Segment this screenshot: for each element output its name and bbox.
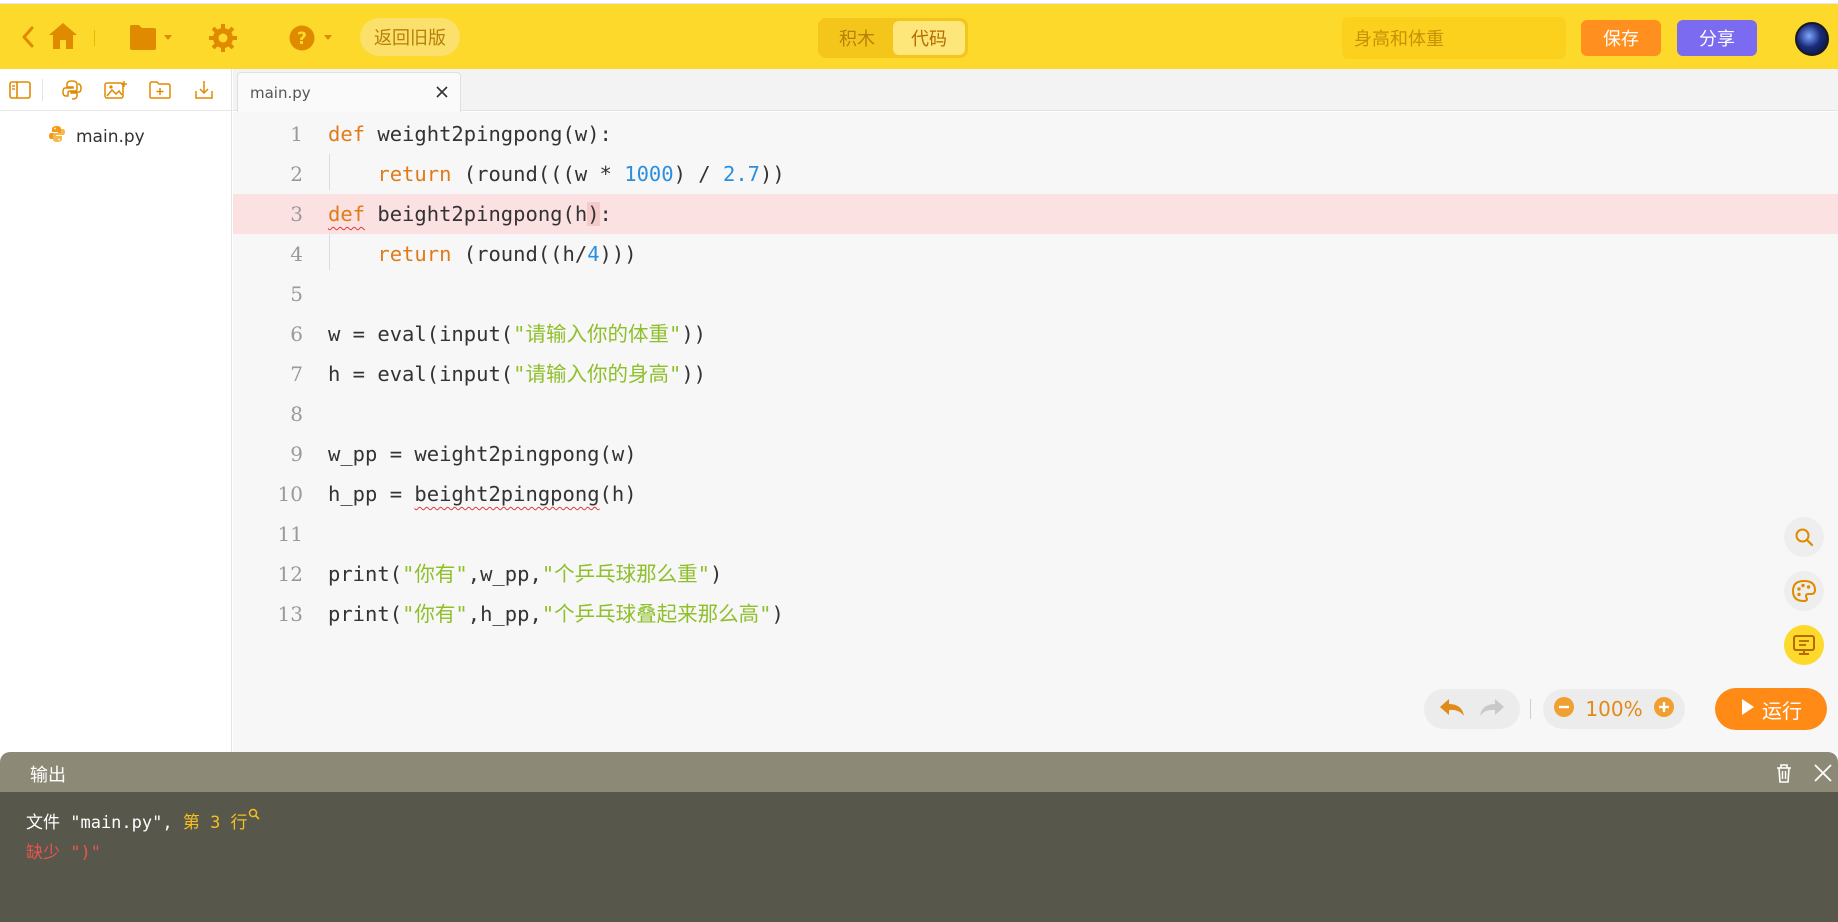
mode-code-tab[interactable]: 代码	[893, 21, 965, 55]
file-menu-button[interactable]	[128, 22, 176, 52]
line-number: 12	[277, 562, 303, 586]
download-icon[interactable]	[192, 78, 216, 102]
code-line: 9 w_pp = weight2pingpong(w)	[233, 434, 1838, 474]
output-title: 输出	[30, 765, 66, 786]
code-line-error: 3 def beight2pingpong(h):	[233, 194, 1838, 234]
error-message: 缺少 ")"	[26, 843, 101, 863]
zoom-control: 100%	[1543, 689, 1685, 729]
line-number: 4	[290, 242, 303, 266]
tab-label: main.py	[250, 83, 311, 102]
zoom-out-icon[interactable]	[1553, 696, 1575, 722]
file-sidebar: main.py	[0, 69, 232, 752]
search-icon[interactable]	[1784, 517, 1824, 557]
run-label: 运行	[1762, 698, 1802, 723]
trash-icon[interactable]	[1773, 762, 1795, 784]
code-line: 11	[233, 514, 1838, 554]
toolbar-divider	[94, 30, 95, 46]
new-folder-icon[interactable]	[148, 78, 172, 102]
share-button[interactable]: 分享	[1677, 20, 1757, 56]
error-location-line: 文件 "main.py", 第 3 行	[26, 808, 260, 833]
code-line: 7h = eval(input("请输入你的身高"))	[233, 354, 1838, 394]
error-line-link[interactable]: 第 3 行	[183, 813, 248, 833]
file-tree-item[interactable]: main.py	[48, 125, 145, 148]
close-icon[interactable]	[1812, 762, 1834, 784]
undo-redo-group	[1424, 689, 1520, 729]
file-name-label: main.py	[76, 126, 145, 147]
settings-gear-icon[interactable]	[207, 22, 239, 54]
palette-icon[interactable]	[1784, 571, 1824, 611]
output-panel-header: 输出	[0, 752, 1838, 792]
presentation-icon[interactable]	[1784, 625, 1824, 665]
project-name-input[interactable]: 身高和体重	[1342, 17, 1566, 59]
mode-switch: 积木 代码	[818, 18, 968, 58]
line-number: 13	[277, 602, 303, 626]
sidebar-toolbar	[0, 69, 231, 111]
output-console: 文件 "main.py", 第 3 行 缺少 ")"	[0, 792, 1838, 922]
code-line: 4 return (round((h/4)))	[233, 234, 1838, 274]
line-number: 7	[290, 362, 303, 386]
line-number: 5	[290, 282, 303, 306]
code-line: 2 return (round(((w * 1000) / 2.7))	[233, 154, 1838, 194]
line-number: 6	[290, 322, 303, 346]
error-file-text: 文件 "main.py",	[26, 813, 183, 833]
run-button[interactable]: 运行	[1715, 688, 1827, 730]
code-line: 12 print("你有",w_pp,"个乒乓球那么重")	[233, 554, 1838, 594]
zoom-level: 100%	[1585, 697, 1643, 721]
code-line: 5	[233, 274, 1838, 314]
return-old-version-button[interactable]: 返回旧版	[360, 18, 460, 56]
mode-blocks-tab[interactable]: 积木	[821, 21, 893, 55]
zoom-in-icon[interactable]	[1653, 696, 1675, 722]
line-number: 10	[277, 482, 303, 506]
sidebar-toolbar-divider	[42, 79, 43, 101]
code-line: 13 print("你有",h_pp,"个乒乓球叠起来那么高")	[233, 594, 1838, 634]
code-line: 10 h_pp = beight2pingpong(h)	[233, 474, 1838, 514]
home-icon[interactable]	[46, 20, 80, 52]
code-line: 1 def weight2pingpong(w):	[233, 114, 1838, 154]
user-avatar[interactable]	[1795, 22, 1829, 56]
toggle-sidebar-icon[interactable]	[8, 78, 32, 102]
line-number: 9	[290, 442, 303, 466]
redo-icon[interactable]	[1477, 696, 1507, 722]
line-number: 1	[290, 122, 303, 146]
magnifier-icon[interactable]	[248, 808, 260, 833]
new-python-file-icon[interactable]	[60, 78, 84, 102]
save-button[interactable]: 保存	[1581, 20, 1661, 56]
line-number: 11	[277, 522, 303, 546]
help-menu-button[interactable]: ?	[288, 22, 336, 54]
controls-divider	[1530, 699, 1531, 719]
add-image-icon[interactable]	[104, 78, 128, 102]
top-bar: ? 返回旧版 积木 代码 身高和体重 保存 分享	[0, 4, 1838, 69]
code-line: 8	[233, 394, 1838, 434]
line-number: 8	[290, 402, 303, 426]
svg-text:?: ?	[297, 29, 307, 49]
code-editor[interactable]: 1 def weight2pingpong(w): 2 return (round…	[233, 112, 1838, 752]
tab-main-py[interactable]: main.py	[237, 72, 461, 112]
back-icon[interactable]	[18, 24, 38, 50]
line-number: 2	[290, 162, 303, 186]
editor-tab-bar: main.py	[233, 69, 1838, 112]
code-line: 6w = eval(input("请输入你的体重"))	[233, 314, 1838, 354]
undo-icon[interactable]	[1437, 696, 1467, 722]
python-file-icon	[48, 125, 66, 148]
line-number: 3	[290, 202, 303, 226]
close-icon[interactable]	[434, 84, 450, 100]
play-icon	[1740, 697, 1756, 722]
